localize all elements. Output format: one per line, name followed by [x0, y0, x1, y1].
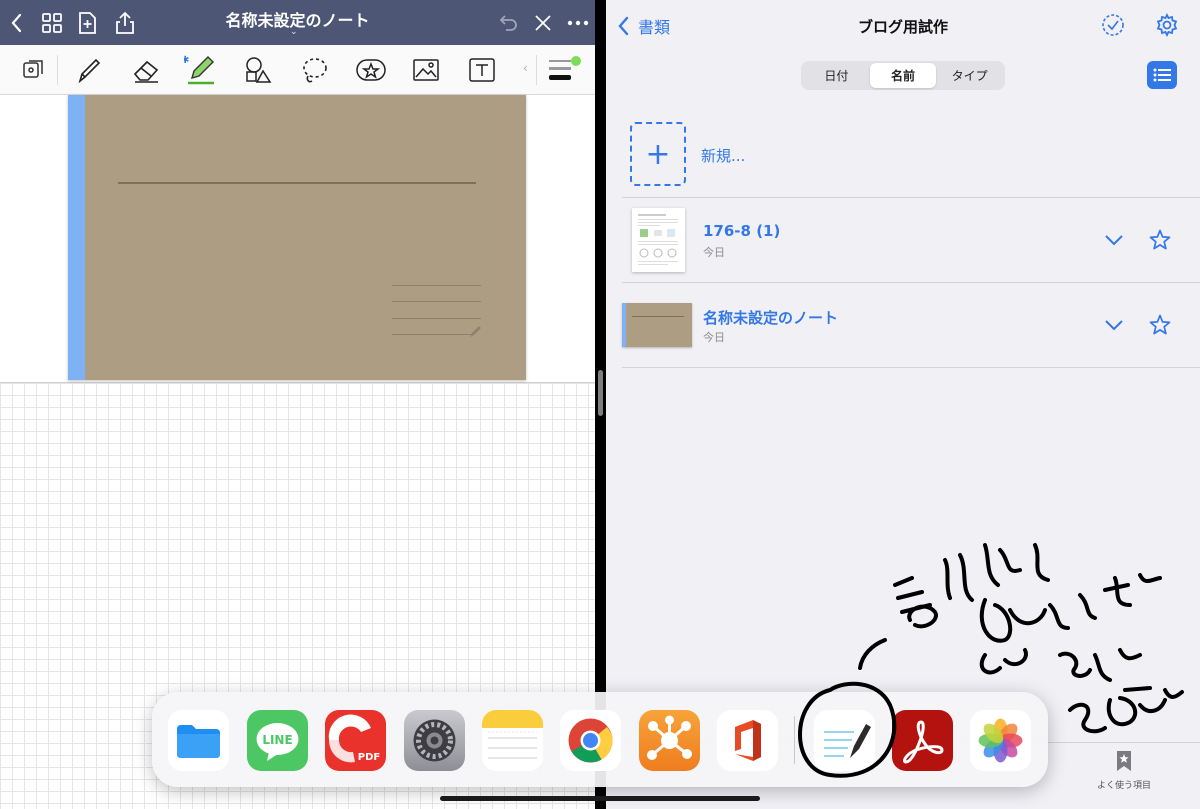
line-logo-text: LINE: [262, 733, 292, 747]
note-editor-pane: 名称未設定のノート ⌄ ✱ ‹: [0, 0, 595, 809]
cover-label-line: [392, 334, 472, 335]
chevron-down-icon[interactable]: [1103, 314, 1125, 336]
goodnotes-app-icon[interactable]: [814, 710, 875, 771]
cover-label-line: [392, 285, 481, 286]
select-check-icon[interactable]: [1101, 13, 1125, 41]
editor-title-bar: 名称未設定のノート ⌄: [0, 0, 595, 45]
document-date: 今日: [703, 331, 725, 344]
favorite-star-icon[interactable]: [1148, 228, 1172, 252]
page-setup-icon[interactable]: [16, 53, 50, 87]
files-app-icon[interactable]: [168, 710, 229, 771]
undo-icon[interactable]: [496, 10, 522, 36]
sort-by-type[interactable]: タイプ: [936, 63, 1003, 88]
sort-by-date[interactable]: 日付: [803, 63, 870, 88]
split-view-handle[interactable]: [598, 370, 603, 416]
pdf-badge-text: PDF: [358, 752, 380, 763]
favorite-star-icon[interactable]: [1148, 313, 1172, 337]
tab-favorites-label: よく使う項目: [1096, 781, 1151, 791]
cover-title-line: [118, 182, 476, 184]
tab-favorites[interactable]: よく使う項目: [1089, 750, 1159, 791]
row-separator: [622, 367, 1200, 368]
notebook-thumbnail[interactable]: [622, 303, 692, 347]
image-icon[interactable]: [409, 53, 443, 87]
drawing-toolbar: ✱ ‹: [0, 45, 595, 95]
sort-segmented-control: 日付 名前 タイプ: [801, 61, 1005, 90]
settings-app-icon[interactable]: [404, 710, 465, 771]
pdf-expert-app-icon[interactable]: PDF: [325, 710, 386, 771]
document-title[interactable]: 176-8 (1): [703, 222, 780, 240]
eraser-icon[interactable]: [129, 53, 163, 87]
document-title[interactable]: 名称未設定のノート: [703, 307, 838, 328]
toolbar-divider: [536, 55, 537, 85]
pen-icon[interactable]: [72, 53, 106, 87]
adobe-acrobat-app-icon[interactable]: [892, 710, 953, 771]
document-date: 今日: [703, 246, 725, 259]
cover-label-line: [392, 318, 481, 319]
document-preview-icon: [638, 214, 678, 265]
close-pen-icon[interactable]: [530, 10, 556, 36]
chevron-down-icon[interactable]: [1103, 229, 1125, 251]
plus-icon: +: [645, 136, 671, 172]
new-document-label[interactable]: 新規...: [701, 145, 745, 166]
cover-spine: [68, 95, 85, 380]
lasso-icon[interactable]: [298, 53, 332, 87]
home-indicator[interactable]: [440, 796, 760, 801]
chrome-app-icon[interactable]: [560, 710, 621, 771]
list-view-button[interactable]: [1147, 61, 1177, 89]
cover-label-line: [392, 301, 481, 302]
svg-text:✱: ✱: [184, 55, 189, 66]
cover-pencil-mark-icon: [470, 326, 481, 337]
mindnode-app-icon[interactable]: [639, 710, 700, 771]
bookmark-star-icon: [1117, 751, 1131, 771]
notes-app-icon[interactable]: [482, 710, 543, 771]
document-library-pane: 書類 ブログ用試作 日付 名前 タイプ + 新規... 176-8 (1) 今日…: [606, 0, 1200, 809]
notebook-cover: [68, 95, 526, 380]
row-separator: [622, 197, 1200, 198]
list-icon: [1153, 68, 1171, 82]
more-icon[interactable]: [565, 10, 591, 36]
photos-app-icon[interactable]: [970, 710, 1031, 771]
office-app-icon[interactable]: [717, 710, 778, 771]
highlighter-icon[interactable]: ✱: [184, 53, 218, 87]
text-box-icon[interactable]: [465, 53, 499, 87]
sticker-icon[interactable]: [354, 53, 388, 87]
toolbar-divider: [57, 55, 58, 85]
dock-separator: [794, 716, 795, 764]
title-chevron-down-icon[interactable]: ⌄: [290, 27, 298, 37]
shapes-icon[interactable]: [241, 53, 275, 87]
document-thumbnail[interactable]: [632, 208, 685, 272]
line-app-icon[interactable]: LINE: [247, 710, 308, 771]
sort-by-name[interactable]: 名前: [869, 63, 937, 88]
split-view-divider: [595, 0, 606, 809]
app-dock: LINE PDF: [152, 692, 1048, 787]
new-document-button[interactable]: +: [630, 122, 686, 186]
stroke-width-color-icon[interactable]: [545, 53, 585, 87]
gear-icon[interactable]: [1155, 12, 1179, 41]
row-separator: [622, 282, 1200, 283]
toolbar-scroll-chevron-icon[interactable]: ‹: [523, 61, 528, 75]
